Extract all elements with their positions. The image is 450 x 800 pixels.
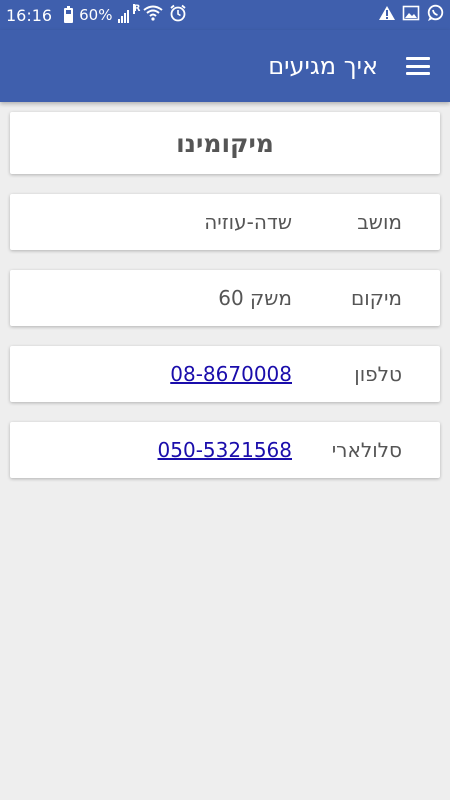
alarm-icon xyxy=(169,4,187,26)
section-title-card: מיקומינו xyxy=(10,112,440,174)
app-bar: איך מגיעים xyxy=(0,30,450,102)
row-label: סלולארי xyxy=(331,438,402,462)
signal-icon: R xyxy=(118,3,140,23)
status-time: 16:16 xyxy=(6,5,53,25)
menu-icon[interactable] xyxy=(406,57,430,75)
phone-link[interactable]: 08-8670008 xyxy=(170,362,292,386)
warning-icon xyxy=(378,5,396,25)
row-value: 050-5321568 xyxy=(30,438,302,462)
row-label: טלפון xyxy=(354,362,402,386)
info-row-mobile: סלולארי 050-5321568 xyxy=(10,422,440,478)
info-row-settlement: מושב שדה-עוזיה xyxy=(10,194,440,250)
info-row-location: מיקום משק 60 xyxy=(10,270,440,326)
status-bar-right xyxy=(378,4,444,26)
signal-roaming-indicator: R xyxy=(133,3,141,14)
status-bar-left: 16:16 60% R xyxy=(6,3,187,26)
row-value: 08-8670008 xyxy=(30,362,302,386)
page-title: איך מגיעים xyxy=(268,52,378,80)
mobile-phone-link[interactable]: 050-5321568 xyxy=(158,438,292,462)
image-icon xyxy=(402,5,420,25)
info-row-phone: טלפון 08-8670008 xyxy=(10,346,440,402)
row-label: מושב xyxy=(357,210,402,234)
battery-icon xyxy=(64,5,74,23)
row-label: מיקום xyxy=(351,286,402,310)
whatsapp-icon xyxy=(426,4,444,26)
battery-level-fill xyxy=(66,13,72,21)
wifi-icon xyxy=(143,5,164,25)
section-title: מיקומינו xyxy=(176,128,274,158)
battery-percent: 60% xyxy=(79,6,113,24)
status-bar: 16:16 60% R xyxy=(0,0,450,30)
row-value: משק 60 xyxy=(218,286,292,310)
row-value: שדה-עוזיה xyxy=(204,210,292,234)
main-content: מיקומינו מושב שדה-עוזיה מיקום משק 60 טלפ… xyxy=(0,102,450,508)
